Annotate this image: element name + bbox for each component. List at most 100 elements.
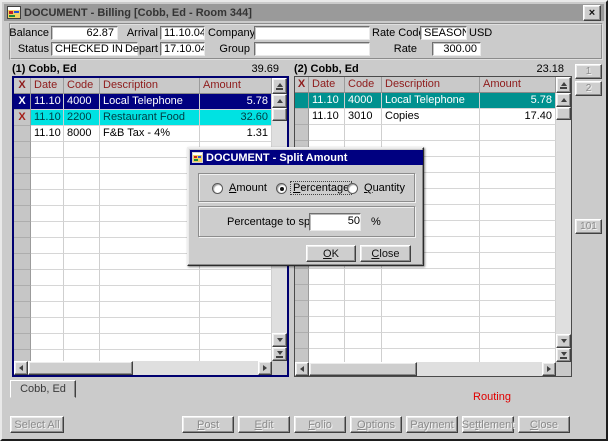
ok-button[interactable]: OK <box>306 245 356 262</box>
radio-quantity[interactable]: Quantity <box>347 182 407 194</box>
scrollbar-thumb[interactable] <box>309 362 417 376</box>
column-header-x[interactable]: X <box>295 77 309 93</box>
footer-button-edit[interactable]: Edit <box>238 416 290 433</box>
rate-label: Rate <box>372 43 417 56</box>
table-row[interactable]: 11.103010Copies17.40 <box>295 109 556 125</box>
scroll-last-button[interactable] <box>272 347 287 361</box>
folio-tab-cobb-ed[interactable]: Cobb, Ed <box>10 380 76 398</box>
select-all-button[interactable]: Select All <box>10 416 64 433</box>
window-2-button[interactable]: 2 <box>575 81 602 96</box>
empty-cell <box>64 254 100 270</box>
empty-cell <box>14 190 31 206</box>
folio-1-horizontal-scrollbar[interactable] <box>14 361 287 375</box>
scrollbar-track[interactable] <box>417 362 542 376</box>
empty-cell <box>480 285 556 301</box>
folio-2-vertical-scrollbar[interactable] <box>556 77 571 362</box>
dialog-close-button[interactable]: Close <box>360 245 411 262</box>
window-101-button[interactable]: 101 <box>575 219 602 234</box>
table-row[interactable]: X11.104000Local Telephone5.78 <box>14 94 272 110</box>
empty-cell <box>100 174 200 190</box>
scrollbar-thumb[interactable] <box>28 361 133 375</box>
table-row[interactable]: 11.104000Local Telephone5.78 <box>295 93 556 109</box>
company-field[interactable] <box>254 26 370 40</box>
column-header-amount[interactable]: Amount <box>200 78 272 94</box>
mark-cell <box>295 109 309 125</box>
split-amount-dialog: DOCUMENT - Split Amount Amount Percentage… <box>187 147 424 266</box>
group-field[interactable] <box>254 42 370 56</box>
folio-1-header: (1) Cobb, Ed 39.69 <box>12 62 289 76</box>
scrollbar-thumb[interactable] <box>556 107 571 120</box>
footer-button-close[interactable]: Close <box>518 416 570 433</box>
empty-cell <box>382 333 480 349</box>
empty-cell <box>309 125 345 141</box>
percentage-input[interactable]: 50 <box>309 213 361 231</box>
amount-cell: 32.60 <box>200 110 272 126</box>
empty-cell <box>480 317 556 333</box>
empty-cell <box>345 301 382 317</box>
scrollbar-thumb[interactable] <box>272 108 287 121</box>
scroll-up-button[interactable] <box>556 93 571 107</box>
scroll-right-button[interactable] <box>542 362 556 376</box>
scrollbar-track[interactable] <box>556 120 571 334</box>
empty-cell <box>295 301 309 317</box>
scroll-down-button[interactable] <box>272 333 287 347</box>
company-label: Company <box>208 27 250 40</box>
dialog-titlebar: DOCUMENT - Split Amount <box>190 150 423 165</box>
window-1-button[interactable]: 1 <box>575 64 602 79</box>
column-header-description[interactable]: Description <box>382 77 480 93</box>
empty-cell <box>14 270 31 286</box>
radio-circle[interactable] <box>276 183 287 194</box>
empty-cell <box>100 206 200 222</box>
empty-cell <box>64 158 100 174</box>
column-header-description[interactable]: Description <box>100 78 200 94</box>
empty-cell <box>200 286 272 302</box>
empty-cell <box>64 270 100 286</box>
footer-button-folio[interactable]: Folio <box>294 416 346 433</box>
footer-button-options[interactable]: Options <box>350 416 402 433</box>
percent-suffix-label: % <box>371 215 381 229</box>
scroll-right-button[interactable] <box>258 361 272 375</box>
empty-cell <box>480 189 556 205</box>
empty-cell <box>345 349 382 362</box>
footer-button-settlement[interactable]: Settlement <box>462 416 514 433</box>
scroll-last-button[interactable] <box>556 348 571 362</box>
scroll-left-button[interactable] <box>295 362 309 376</box>
scroll-down-button[interactable] <box>556 334 571 348</box>
empty-cell <box>480 205 556 221</box>
radio-circle[interactable] <box>212 183 223 194</box>
radio-circle[interactable] <box>347 183 358 194</box>
empty-cell <box>295 285 309 301</box>
column-header-x[interactable]: X <box>14 78 31 94</box>
column-header-amount[interactable]: Amount <box>480 77 556 93</box>
status-label: Status <box>6 43 49 56</box>
scroll-up-button[interactable] <box>272 94 287 108</box>
scroll-first-button[interactable] <box>272 78 287 94</box>
empty-cell <box>309 317 345 333</box>
footer-button-payment[interactable]: Payment <box>406 416 458 433</box>
scrollbar-track[interactable] <box>133 361 258 375</box>
scroll-left-button[interactable] <box>14 361 28 375</box>
table-row[interactable]: 11.108000F&B Tax - 4%1.31 <box>14 126 272 142</box>
column-header-date[interactable]: Date <box>309 77 345 93</box>
split-mode-group: Amount PercentageQuantity <box>198 173 415 202</box>
empty-cell <box>480 301 556 317</box>
empty-cell <box>382 301 480 317</box>
rate-field: 300.00 <box>432 42 481 56</box>
empty-cell <box>14 334 31 350</box>
footer-button-post[interactable]: Post <box>182 416 234 433</box>
empty-row <box>295 349 556 362</box>
amount-cell: 5.78 <box>480 93 556 109</box>
table-row[interactable]: X11.102200Restaurant Food32.60 <box>14 110 272 126</box>
column-header-code[interactable]: Code <box>345 77 382 93</box>
radio-amount[interactable]: Amount <box>212 182 269 194</box>
empty-cell <box>200 302 272 318</box>
rate-code-label: Rate Code <box>372 27 417 40</box>
close-icon[interactable]: × <box>583 5 601 21</box>
column-header-date[interactable]: Date <box>31 78 64 94</box>
scroll-first-button[interactable] <box>556 77 571 93</box>
empty-cell <box>64 318 100 334</box>
folio-2-horizontal-scrollbar[interactable] <box>295 362 571 376</box>
radio-percentage[interactable]: Percentage <box>276 182 351 194</box>
column-header-code[interactable]: Code <box>64 78 100 94</box>
empty-cell <box>100 270 200 286</box>
